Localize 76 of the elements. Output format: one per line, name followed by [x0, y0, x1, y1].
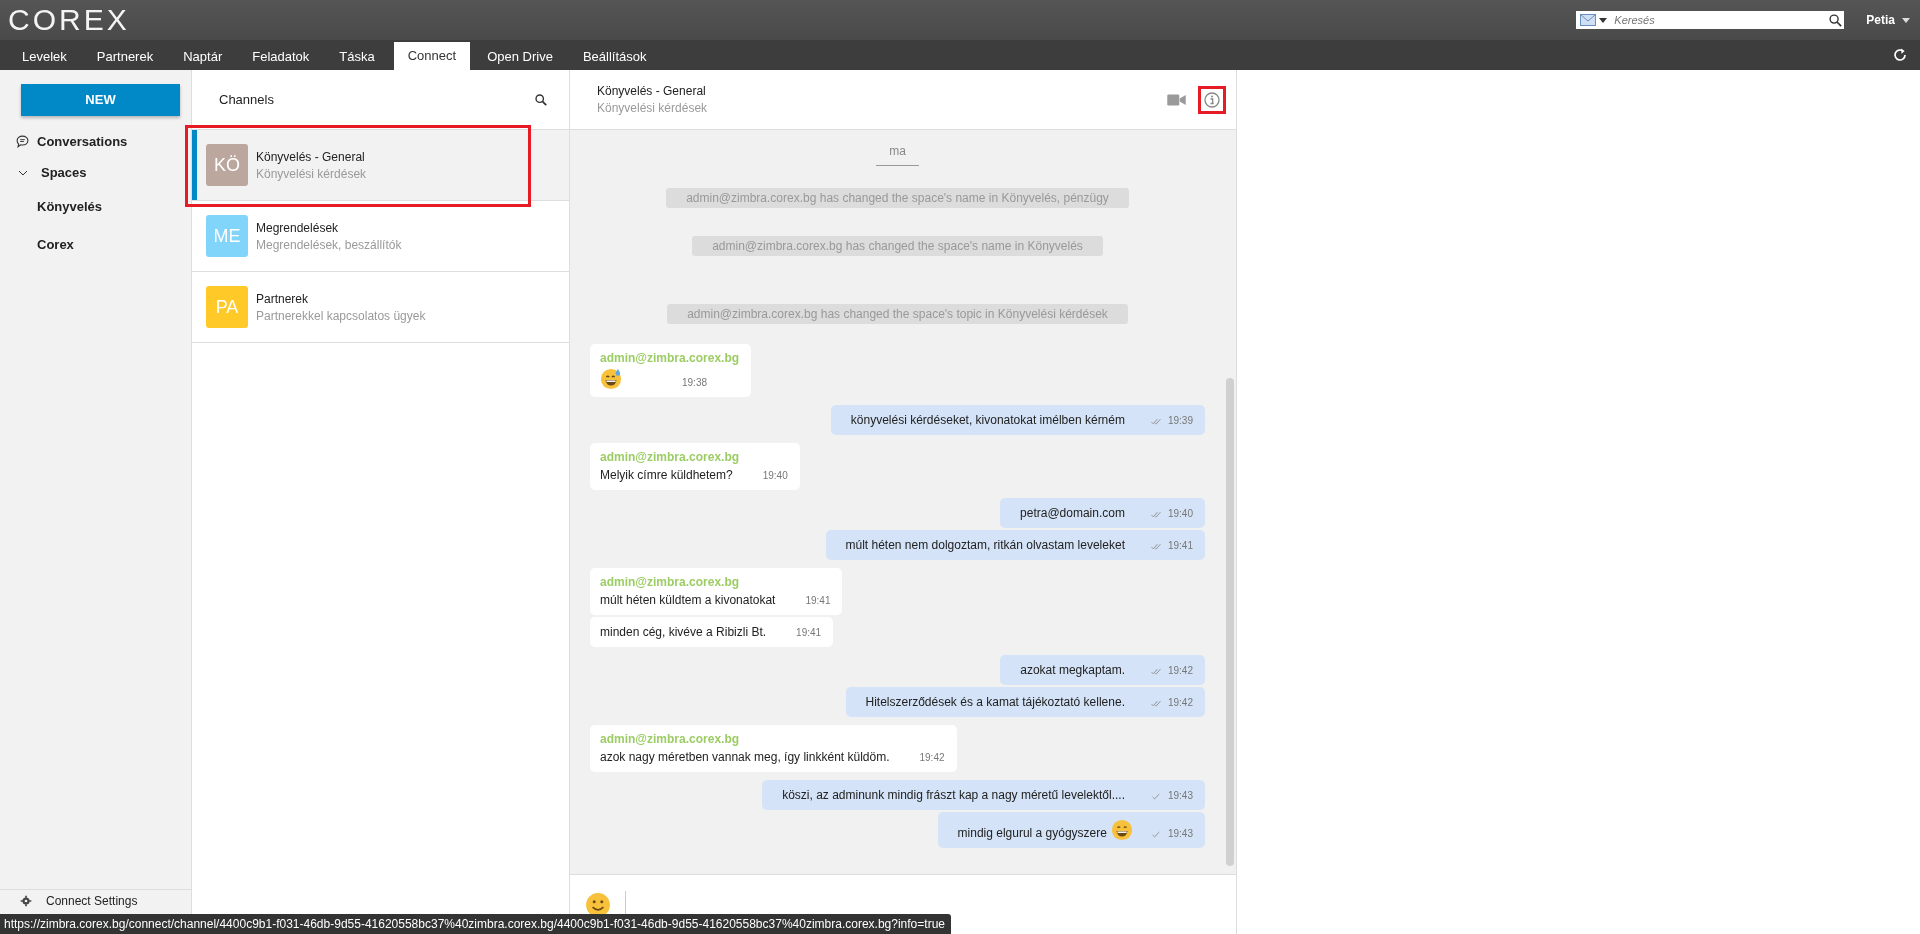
message-time: 19:42	[919, 751, 945, 765]
nav-tab[interactable]: Táska	[325, 44, 389, 70]
info-icon[interactable]	[1204, 91, 1220, 108]
message-text: könyvelési kérdéseket, kivonatokat imélben kérném	[850, 412, 1125, 428]
logo: COREX	[8, 3, 130, 37]
nav-tab[interactable]: Levelek	[8, 44, 81, 70]
message-time: 19:43	[1167, 827, 1193, 841]
sender-name: admin@zimbra.corex.bg	[600, 575, 741, 591]
user-menu[interactable]: Petia	[1866, 13, 1910, 27]
search-field[interactable]: Keresés	[1576, 11, 1845, 29]
system-message: admin@zimbra.corex.bg has changed the space's name in Könyvelés, pénzügy	[666, 188, 1129, 208]
channel-avatar: ME	[206, 215, 248, 257]
message-time: 19:41	[1167, 539, 1193, 553]
chevron-icon[interactable]	[18, 169, 28, 176]
message-text: azokat megkaptam.	[1020, 662, 1125, 678]
system-message: admin@zimbra.corex.bg has changed the space's name in Könyvelés	[692, 236, 1103, 256]
sidebar-item[interactable]: Conversations	[0, 126, 191, 157]
caret-icon[interactable]	[1599, 17, 1608, 23]
message-time: 19:41	[796, 626, 822, 640]
channel-name: Partnerek	[256, 291, 310, 306]
message-text: minden cég, kivéve a Ribizli Bt.	[600, 624, 767, 640]
message-time: 19:43	[1167, 789, 1193, 803]
message-text: petra@domain.com	[1020, 505, 1125, 521]
channel-avatar: KÖ	[206, 144, 248, 186]
message-text: Melyik címre küldhetem?	[600, 467, 733, 483]
message-text: azok nagy méretben vannak meg, így linkként küldöm.	[600, 749, 890, 765]
sender-name: admin@zimbra.corex.bg	[600, 732, 741, 748]
channel-topic: Könyvelési kérdések	[256, 166, 367, 181]
search-icon[interactable]	[1829, 13, 1843, 27]
channel-name: Könyvelés - General	[256, 149, 366, 164]
channel-topic: Könyvelési kérdések	[597, 101, 709, 115]
nav-tab[interactable]: Partnerek	[82, 44, 168, 70]
nav-tab[interactable]: Open Drive	[473, 44, 567, 70]
sidebar-item[interactable]: Spaces	[0, 157, 191, 188]
channel-name: Megrendelések	[256, 220, 340, 235]
nav-tab[interactable]: Naptár	[169, 44, 237, 70]
channel-item[interactable]: KÖ Könyvelés - General Könyvelési kérdések	[192, 130, 569, 201]
message-time: 19:42	[1167, 696, 1193, 710]
channel-topic: Partnerekkel kapcsolatos ügyek	[256, 308, 426, 323]
system-message: admin@zimbra.corex.bg has changed the space's topic in Könyvelési kérdések	[667, 304, 1128, 324]
channel-item[interactable]: ME Megrendelések Megrendelések, beszállítók	[192, 201, 569, 272]
date-divider: ma	[876, 144, 919, 166]
channel-title: Könyvelés - General	[597, 84, 707, 98]
sidebar-item[interactable]: Corex	[0, 226, 191, 264]
channel-avatar: PA	[206, 286, 248, 328]
message-time: 19:42	[1167, 664, 1193, 678]
sender-name: admin@zimbra.corex.bg	[600, 450, 741, 466]
nav-tab[interactable]: Beállítások	[568, 44, 661, 70]
channel-item[interactable]: PA Partnerek Partnerekkel kapcsolatos ügyek	[192, 272, 569, 343]
message-time: 19:41	[805, 594, 831, 608]
channel-topic: Megrendelések, beszállítók	[256, 237, 402, 252]
scrollbar[interactable]	[1226, 378, 1234, 866]
message-text: múlt héten nem dolgoztam, ritkán olvastam leveleket	[845, 537, 1125, 553]
refresh-icon[interactable]	[1892, 47, 1908, 63]
message-text: mindig elgurul a gyógyszere	[957, 825, 1107, 841]
gear-icon	[20, 895, 32, 907]
panel-title: Channels	[219, 92, 274, 107]
message-time: 19:40	[1167, 507, 1193, 521]
search-icon[interactable]	[535, 93, 547, 106]
sidebar-item[interactable]: Könyvelés	[0, 188, 191, 226]
sender-name: admin@zimbra.corex.bg	[600, 351, 740, 367]
video-camera-icon[interactable]	[1167, 93, 1186, 106]
message-time: 19:38	[682, 376, 708, 390]
nav-tab[interactable]: Connect	[393, 42, 471, 70]
message-time: 19:39	[1167, 414, 1193, 428]
message-text: Hitelszerződések és a kamat tájékoztató kellene.	[865, 694, 1125, 710]
message-text: múlt héten küldtem a kivonatokat	[600, 592, 776, 608]
caret-icon	[1902, 17, 1910, 23]
speech-bubble-icon	[16, 135, 29, 148]
selection-bar	[192, 130, 197, 200]
message-time: 19:40	[762, 469, 788, 483]
link-url-tooltip: https://zimbra.corex.bg/connect/channel/4400c9b1-f031-46db-9d55-41620558bc37%40zimbra.corex.bg/4400c9b1-f031-46db-9d55-41620558bc37%40zimbra.corex.bg?info=true	[0, 914, 951, 934]
nav-tab[interactable]: Feladatok	[238, 44, 324, 70]
message-text: köszi, az adminunk mindig frászt kap a nagy méretű levelektől....	[782, 787, 1125, 803]
new-button[interactable]: NEW	[21, 84, 180, 116]
info-button[interactable]	[1198, 85, 1226, 114]
